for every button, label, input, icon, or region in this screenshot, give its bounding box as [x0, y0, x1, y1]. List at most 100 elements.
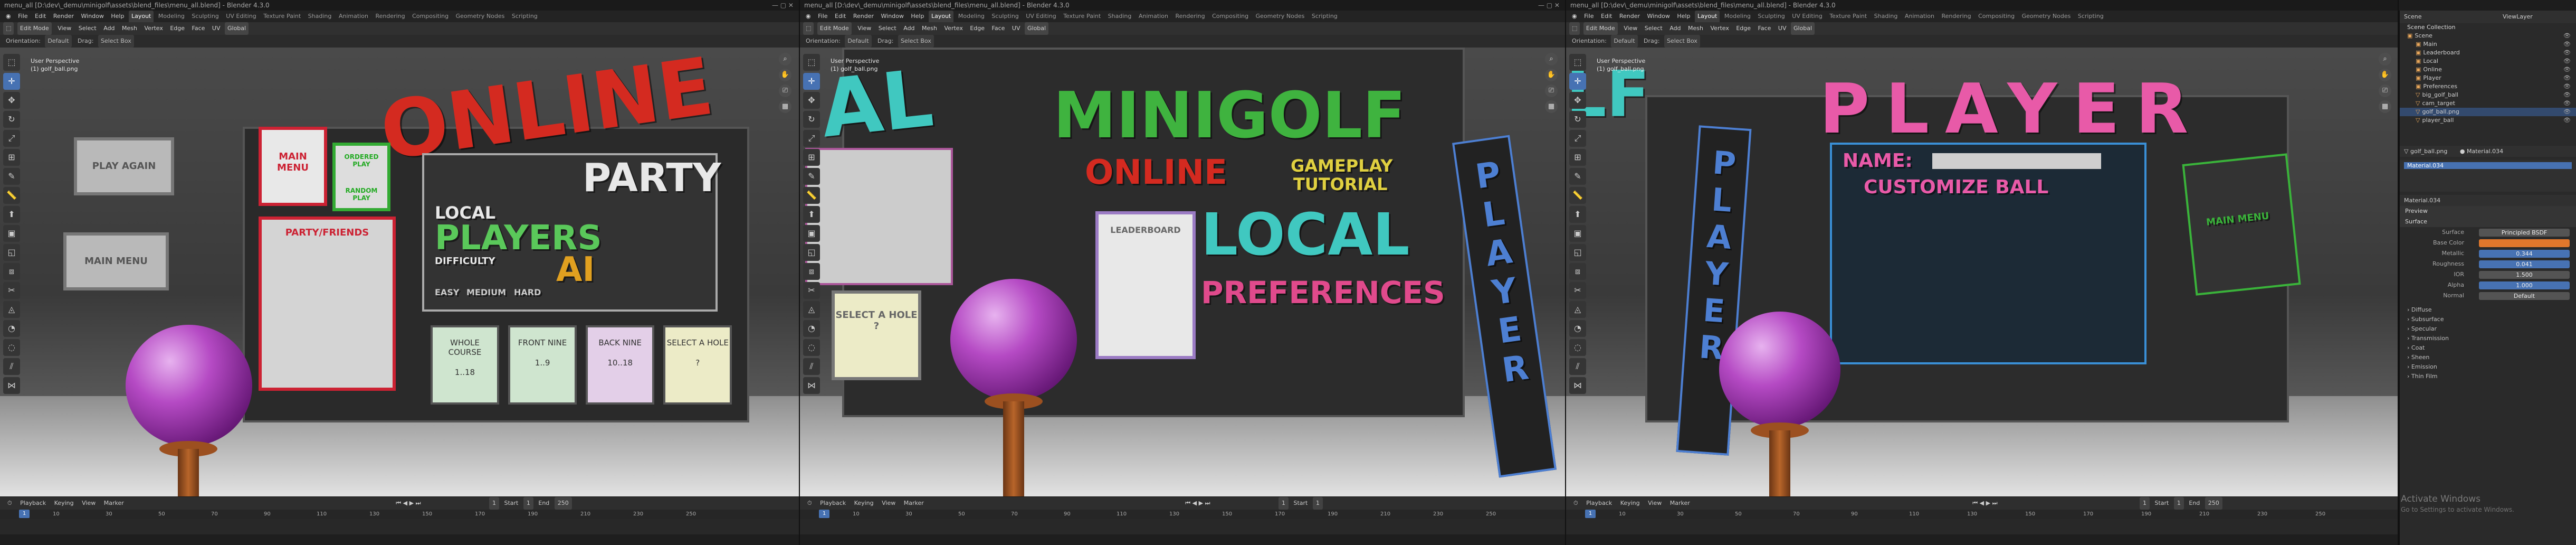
zoom-icon[interactable]: ⌕	[2379, 53, 2391, 65]
hole-option[interactable]: BACK NINE 10..18	[586, 325, 655, 405]
material-slot[interactable]: Material.034	[2404, 162, 2572, 169]
timeline-keying-menu[interactable]: Keying	[51, 497, 77, 510]
playback-controls-icon[interactable]: ⏮ ◀ ▶ ⏭	[1969, 497, 2000, 510]
annotate-tool-icon[interactable]: ✎	[3, 168, 20, 185]
orientation-select[interactable]: Default	[1611, 35, 1638, 48]
timeline-playback-menu[interactable]: Playback	[17, 497, 49, 510]
hdr-select[interactable]: Select	[876, 22, 899, 35]
tab-layout[interactable]: Layout	[128, 11, 154, 22]
hdr-face[interactable]: Face	[1756, 22, 1774, 35]
tab-layout[interactable]: Layout	[1694, 11, 1720, 22]
rip-tool-icon[interactable]: ⋈	[3, 377, 20, 394]
collapsed-panel-thin-film[interactable]: › Thin Film	[2400, 372, 2576, 381]
visibility-eye-icon[interactable]: 👁	[2563, 40, 2571, 49]
collapsed-panel-subsurface[interactable]: › Subsurface	[2400, 315, 2576, 324]
window-controls[interactable]: — ▢ ✕	[772, 0, 794, 11]
ortho-toggle-icon[interactable]: ▦	[2379, 100, 2391, 113]
hdr-add[interactable]: Add	[1667, 22, 1683, 35]
loop-cut-tool-icon[interactable]: ⧈	[803, 263, 820, 280]
extrude-tool-icon[interactable]: ⬆	[3, 206, 20, 223]
tab-geometry-nodes[interactable]: Geometry Nodes	[2019, 11, 2074, 22]
menu-file[interactable]: File	[815, 11, 830, 22]
surface-section[interactable]: Surface	[2400, 217, 2576, 227]
hdr-mesh[interactable]: Mesh	[1685, 22, 1706, 35]
transform-tool-icon[interactable]: ⊞	[3, 149, 20, 166]
timeline-view-menu[interactable]: View	[79, 497, 99, 510]
playhead[interactable]: 1	[819, 510, 829, 518]
select-hole-card[interactable]: SELECT A HOLE?	[832, 290, 921, 380]
shear-tool-icon[interactable]: ⫽	[3, 358, 20, 375]
rotate-tool-icon[interactable]: ↻	[3, 111, 20, 128]
cursor-tool-icon[interactable]: ✛	[803, 73, 820, 90]
camera-view-icon[interactable]: ⎚	[1545, 84, 1558, 97]
menu-render[interactable]: Render	[51, 11, 77, 22]
hdr-edge[interactable]: Edge	[167, 22, 187, 35]
tab-shading[interactable]: Shading	[306, 11, 335, 22]
inset-tool-icon[interactable]: ▣	[1569, 225, 1586, 242]
blender-logo-icon[interactable]: ◉	[803, 11, 814, 22]
tab-texture-paint[interactable]: Texture Paint	[1061, 11, 1103, 22]
hdr-vertex[interactable]: Vertex	[142, 22, 166, 35]
tab-texture-paint[interactable]: Texture Paint	[261, 11, 303, 22]
knife-tool-icon[interactable]: ✂	[1569, 282, 1586, 299]
move-tool-icon[interactable]: ✥	[1569, 92, 1586, 109]
tab-geometry-nodes[interactable]: Geometry Nodes	[1253, 11, 1308, 22]
timeline-ruler[interactable]: 1 10 30 50 70 90 110 130 150 170 190 210…	[0, 510, 799, 519]
hdr-select[interactable]: Select	[76, 22, 99, 35]
menu-window[interactable]: Window	[1645, 11, 1673, 22]
outliner-item[interactable]: ▽ cam_target 👁	[2400, 99, 2576, 108]
spin-tool-icon[interactable]: ◔	[803, 320, 820, 337]
editor-type-icon[interactable]: ⬚	[1569, 22, 1580, 35]
tab-animation[interactable]: Animation	[1902, 11, 1937, 22]
playhead[interactable]: 1	[19, 510, 30, 518]
main-menu-panel[interactable]: MAIN MENU	[2182, 153, 2301, 296]
playback-controls-icon[interactable]: ⏮ ◀ ▶ ⏭	[393, 497, 424, 510]
tab-compositing[interactable]: Compositing	[1209, 11, 1251, 22]
menu-edit[interactable]: Edit	[832, 11, 848, 22]
playhead[interactable]: 1	[1585, 510, 1596, 518]
timeline-view-menu[interactable]: View	[879, 497, 899, 510]
start-frame-field[interactable]: 1	[523, 497, 533, 510]
hdr-add[interactable]: Add	[101, 22, 117, 35]
tab-layout[interactable]: Layout	[928, 11, 954, 22]
party-friends-card[interactable]: PARTY/FRIENDS	[259, 217, 396, 391]
tab-modeling[interactable]: Modeling	[956, 11, 987, 22]
hdr-view[interactable]: View	[855, 22, 874, 35]
purple-golf-ball[interactable]	[950, 279, 1077, 400]
rip-tool-icon[interactable]: ⋈	[803, 377, 820, 394]
timeline-icon[interactable]: ⏱	[1570, 497, 1581, 510]
tab-modeling[interactable]: Modeling	[1722, 11, 1753, 22]
hdr-mesh[interactable]: Mesh	[119, 22, 140, 35]
end-frame-field[interactable]: 250	[2205, 497, 2222, 510]
smooth-tool-icon[interactable]: ◌	[1569, 339, 1586, 356]
ortho-toggle-icon[interactable]: ▦	[1545, 100, 1558, 113]
surface-shader-select[interactable]: Principled BSDF	[2479, 229, 2570, 237]
timeline-keying-menu[interactable]: Keying	[1617, 497, 1643, 510]
start-frame-field[interactable]: 1	[1312, 497, 1323, 510]
tab-sculpting[interactable]: Sculpting	[189, 11, 221, 22]
outliner-item[interactable]: ▽ player_ball 👁	[2400, 116, 2576, 125]
hdr-add[interactable]: Add	[901, 22, 917, 35]
measure-tool-icon[interactable]: 📏	[3, 187, 20, 204]
metallic-slider[interactable]: 0.344	[2479, 250, 2570, 258]
hdr-edge[interactable]: Edge	[1733, 22, 1753, 35]
window-controls[interactable]: — ▢ ✕	[1538, 0, 1560, 11]
hdr-uv[interactable]: UV	[209, 22, 223, 35]
3d-viewport[interactable]: User Perspective (1) golf_ball.png ⬚ ✛ ✥…	[1566, 48, 2398, 496]
hdr-view[interactable]: View	[55, 22, 74, 35]
bevel-tool-icon[interactable]: ◱	[3, 244, 20, 261]
drag-select[interactable]: Select Box	[98, 35, 134, 48]
outliner-item[interactable]: ▣ Scene 👁	[2400, 32, 2576, 40]
scale-tool-icon[interactable]: ⤢	[803, 130, 820, 147]
pan-hand-icon[interactable]: ✋	[2379, 69, 2391, 81]
main-menu-card[interactable]: MAIN MENU	[259, 127, 327, 206]
timeline-ruler[interactable]: 1 10 30 50 70 90 110 130 150 170 190 210…	[800, 510, 1565, 519]
bevel-tool-icon[interactable]: ◱	[803, 244, 820, 261]
orientation-select[interactable]: Default	[45, 35, 72, 48]
loop-cut-tool-icon[interactable]: ⧈	[3, 263, 20, 280]
extrude-tool-icon[interactable]: ⬆	[803, 206, 820, 223]
current-frame-field[interactable]: 1	[489, 497, 499, 510]
timeline-icon[interactable]: ⏱	[804, 497, 815, 510]
timeline-marker-menu[interactable]: Marker	[901, 497, 927, 510]
select-tool-icon[interactable]: ⬚	[803, 54, 820, 71]
